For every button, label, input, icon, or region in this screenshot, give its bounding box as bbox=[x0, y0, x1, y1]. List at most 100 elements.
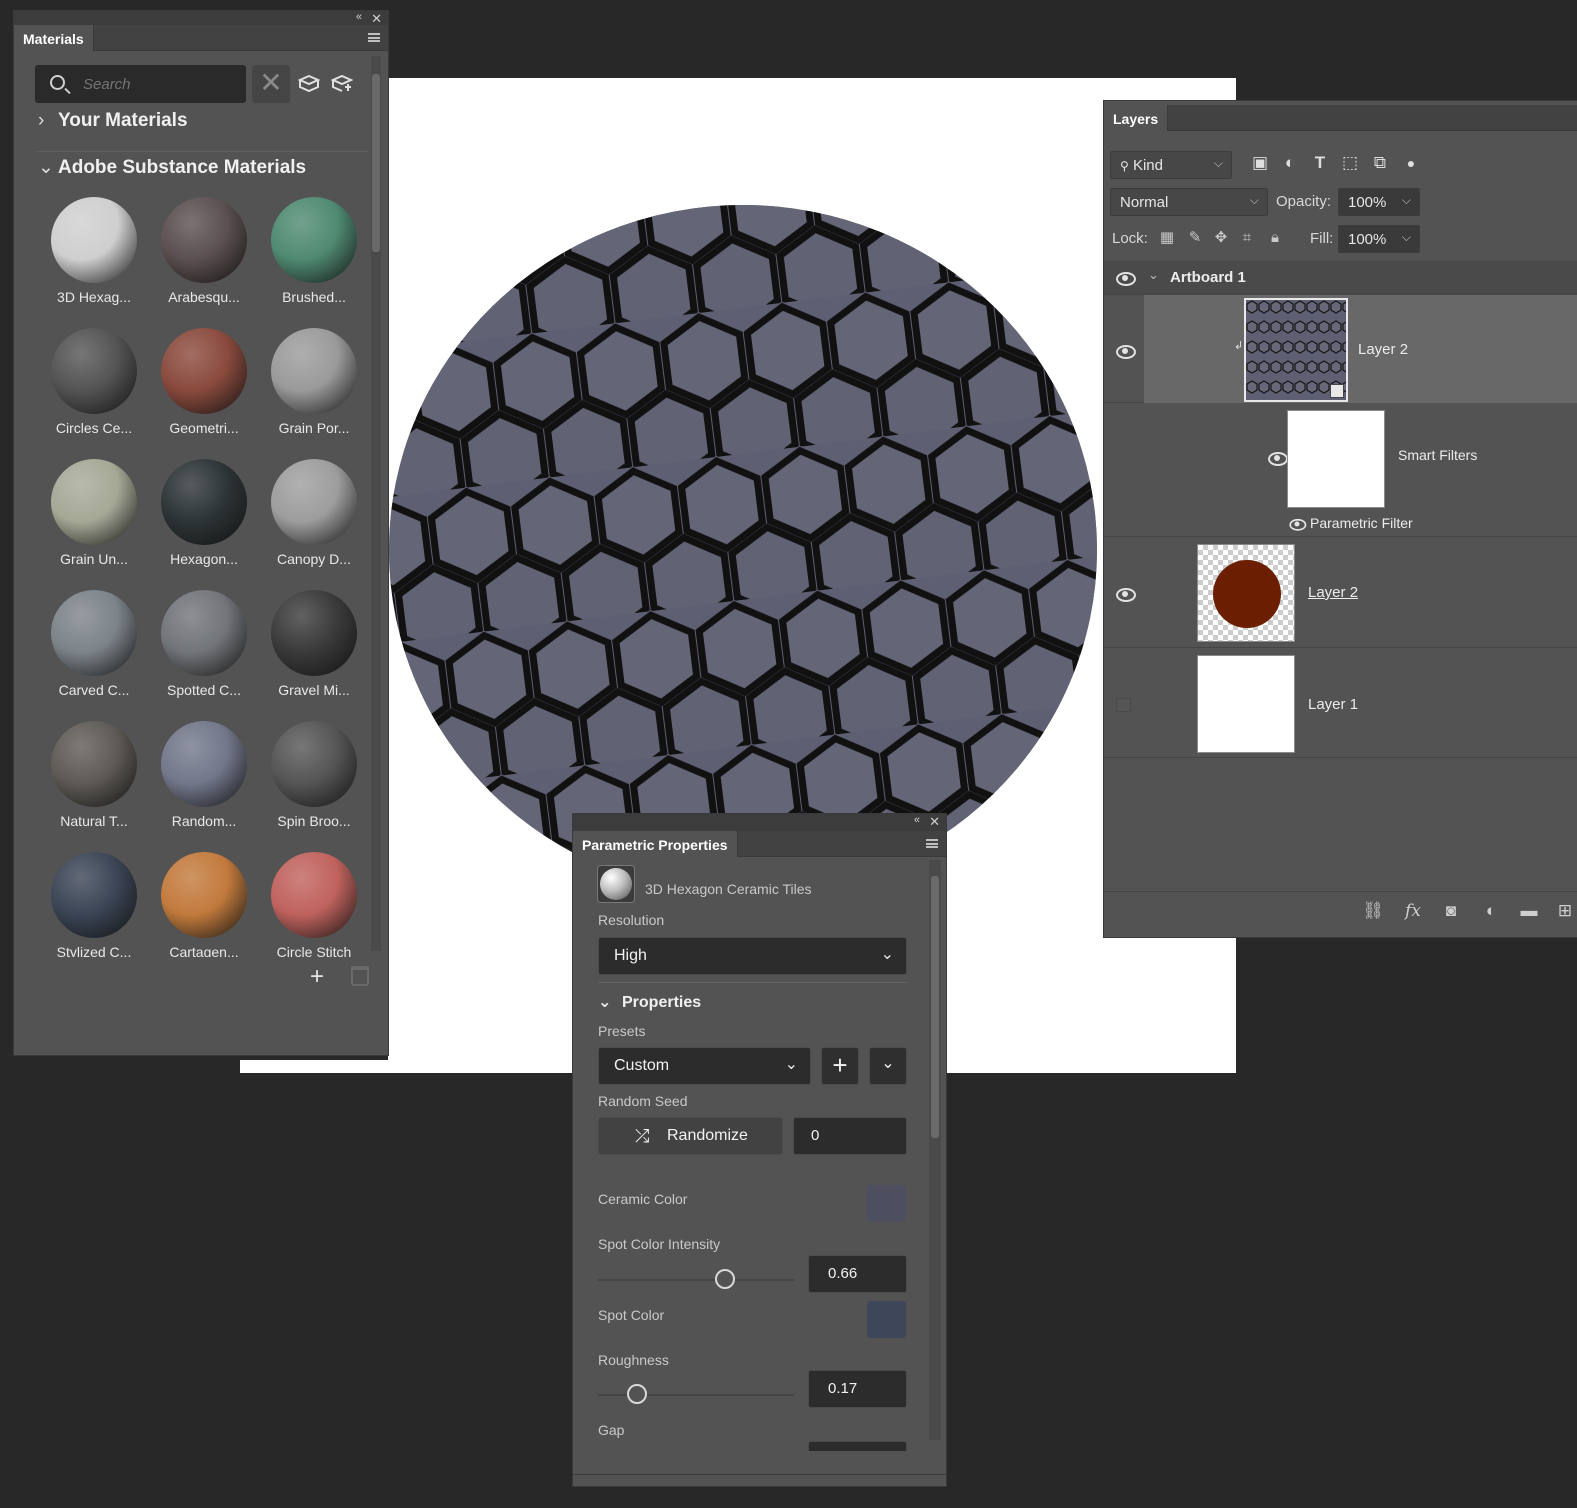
material-item[interactable]: Brushed... bbox=[259, 197, 369, 305]
adjustment-layer-icon[interactable]: ◐ bbox=[1480, 900, 1502, 922]
layer-name[interactable]: Layer 1 bbox=[1308, 696, 1358, 713]
fx-icon[interactable]: fx bbox=[1402, 900, 1424, 922]
smart-filters-row[interactable]: Smart Filters Parametric Filter bbox=[1104, 403, 1577, 537]
add-material-icon[interactable]: + bbox=[310, 963, 324, 991]
collapse-icon[interactable]: « bbox=[914, 814, 920, 826]
tab-layers[interactable]: Layers bbox=[1104, 105, 1169, 131]
material-item[interactable]: Circle Stitch bbox=[259, 852, 369, 957]
material-item[interactable]: Random... bbox=[149, 721, 259, 829]
scrollbar-thumb[interactable] bbox=[931, 876, 939, 1138]
randomize-button[interactable]: ⤮ Randomize bbox=[598, 1117, 783, 1155]
spot-intensity-value: 0.66 bbox=[828, 1265, 858, 1282]
add-mask-icon[interactable]: ◙ bbox=[1440, 900, 1462, 922]
adobe-materials-section[interactable]: ⌄ Adobe Substance Materials bbox=[38, 156, 306, 179]
fill-field[interactable]: 100% ⌵ bbox=[1338, 225, 1420, 253]
chevron-right-icon: › bbox=[38, 110, 45, 131]
lock-position-icon[interactable]: ✥ bbox=[1212, 229, 1230, 247]
scrollbar-thumb[interactable] bbox=[372, 74, 380, 252]
material-item[interactable]: Grain Un... bbox=[39, 459, 149, 567]
lock-artboard-icon[interactable]: ⌗ bbox=[1238, 229, 1256, 247]
tab-materials[interactable]: Materials bbox=[14, 25, 94, 51]
roughness-input[interactable]: 0.17 bbox=[808, 1370, 907, 1408]
preset-menu-button[interactable]: ⌄ bbox=[869, 1047, 907, 1085]
spot-intensity-input[interactable]: 0.66 bbox=[808, 1255, 907, 1293]
layer-name[interactable]: Layer 2 bbox=[1358, 341, 1408, 358]
artboard-row[interactable]: ⌄ Artboard 1 bbox=[1104, 261, 1577, 295]
blend-mode-select[interactable]: Normal ⌵ bbox=[1110, 188, 1268, 216]
parametric-filter-label[interactable]: Parametric Filter bbox=[1310, 515, 1413, 531]
presets-select[interactable]: Custom ⌄ bbox=[598, 1047, 811, 1085]
clear-search-button[interactable]: ✕ bbox=[252, 65, 290, 103]
type-layer-filter-icon[interactable]: T bbox=[1310, 153, 1330, 173]
material-item[interactable]: Carved C... bbox=[39, 590, 149, 698]
visibility-eye-icon[interactable] bbox=[1116, 588, 1136, 602]
panel-menu-icon[interactable] bbox=[368, 33, 380, 42]
close-icon[interactable]: ✕ bbox=[929, 814, 940, 830]
layer-row[interactable]: Layer 2 bbox=[1104, 538, 1577, 648]
opacity-field[interactable]: 100% ⌵ bbox=[1338, 188, 1420, 216]
material-item[interactable]: Arabesqu... bbox=[149, 197, 259, 305]
search-box[interactable] bbox=[35, 65, 246, 103]
layer-thumbnail[interactable] bbox=[1197, 655, 1295, 753]
pixel-layer-filter-icon[interactable]: ▣ bbox=[1250, 153, 1270, 173]
material-item[interactable]: Stylized C... bbox=[39, 852, 149, 957]
layer-row[interactable]: Layer 1 bbox=[1104, 648, 1577, 758]
material-item[interactable]: Cartagen... bbox=[149, 852, 259, 957]
visibility-eye-icon[interactable] bbox=[1116, 345, 1136, 359]
link-layers-icon[interactable]: ⛓ bbox=[1362, 900, 1384, 922]
adjustment-layer-filter-icon[interactable]: ◐ bbox=[1280, 153, 1300, 173]
material-item[interactable]: 3D Hexag... bbox=[39, 197, 149, 305]
spot-color-swatch[interactable] bbox=[867, 1301, 906, 1338]
material-item[interactable]: Circles Ce... bbox=[39, 328, 149, 436]
lock-transparent-pixels-icon[interactable]: ▦ bbox=[1158, 229, 1176, 247]
visibility-toggle-off[interactable] bbox=[1116, 698, 1131, 712]
layer-row[interactable]: ↲ Layer 2 bbox=[1104, 295, 1577, 403]
material-item[interactable]: Natural T... bbox=[39, 721, 149, 829]
layer-thumbnail[interactable] bbox=[1197, 544, 1295, 642]
properties-section-header[interactable]: ⌄ Properties bbox=[598, 992, 701, 1012]
scrollbar[interactable] bbox=[929, 860, 941, 1440]
resolution-value: High bbox=[614, 947, 647, 964]
import-material-icon[interactable] bbox=[298, 74, 320, 94]
export-material-icon[interactable] bbox=[331, 74, 353, 94]
seed-input[interactable]: 0 bbox=[793, 1117, 907, 1155]
your-materials-section[interactable]: › Your Materials bbox=[38, 110, 188, 132]
search-input[interactable] bbox=[83, 73, 233, 95]
collapse-icon[interactable]: « bbox=[356, 11, 362, 23]
smart-object-filter-icon[interactable]: ⧉ bbox=[1370, 153, 1390, 173]
kind-filter-select[interactable]: ⚲ Kind ⌵ bbox=[1110, 151, 1232, 179]
layer-name[interactable]: Layer 2 bbox=[1308, 584, 1358, 601]
material-item[interactable]: Spin Broo... bbox=[259, 721, 369, 829]
slider-handle[interactable] bbox=[715, 1269, 735, 1289]
scrollbar[interactable] bbox=[371, 56, 381, 951]
visibility-eye-icon[interactable] bbox=[1116, 272, 1136, 286]
material-label: Spin Broo... bbox=[277, 813, 351, 829]
new-layer-icon[interactable]: ⊞ bbox=[1554, 900, 1576, 922]
material-item[interactable]: Hexagon... bbox=[149, 459, 259, 567]
add-preset-button[interactable]: + bbox=[821, 1047, 859, 1085]
hexagon-tile-circle-artwork[interactable] bbox=[389, 205, 1097, 895]
panel-menu-icon[interactable] bbox=[926, 839, 938, 848]
filter-mask-thumbnail[interactable] bbox=[1287, 410, 1385, 508]
tab-parametric-properties[interactable]: Parametric Properties bbox=[573, 831, 738, 857]
material-item[interactable]: Canopy D... bbox=[259, 459, 369, 567]
trash-icon[interactable] bbox=[351, 966, 369, 986]
lock-all-icon[interactable]: 🔒︎ bbox=[1266, 229, 1284, 247]
slider-handle[interactable] bbox=[627, 1384, 647, 1404]
filter-toggle-icon[interactable]: ● bbox=[1401, 153, 1421, 173]
chevron-down-icon[interactable]: ⌄ bbox=[1148, 267, 1159, 283]
layer-thumbnail[interactable] bbox=[1244, 298, 1348, 402]
material-item[interactable]: Grain Por... bbox=[259, 328, 369, 436]
ceramic-color-swatch[interactable] bbox=[867, 1185, 906, 1222]
spot-intensity-slider[interactable] bbox=[598, 1279, 794, 1281]
visibility-eye-icon[interactable] bbox=[1289, 518, 1307, 531]
shape-layer-filter-icon[interactable]: ⬚ bbox=[1340, 153, 1360, 173]
new-group-icon[interactable]: ▬ bbox=[1518, 900, 1540, 922]
material-item[interactable]: Spotted C... bbox=[149, 590, 259, 698]
material-item[interactable]: Gravel Mi... bbox=[259, 590, 369, 698]
resolution-select[interactable]: High ⌄ bbox=[598, 937, 907, 975]
visibility-eye-icon[interactable] bbox=[1268, 452, 1288, 466]
lock-image-pixels-icon[interactable]: ✎ bbox=[1186, 229, 1204, 247]
material-item[interactable]: Geometri... bbox=[149, 328, 259, 436]
gap-input[interactable] bbox=[808, 1441, 907, 1451]
